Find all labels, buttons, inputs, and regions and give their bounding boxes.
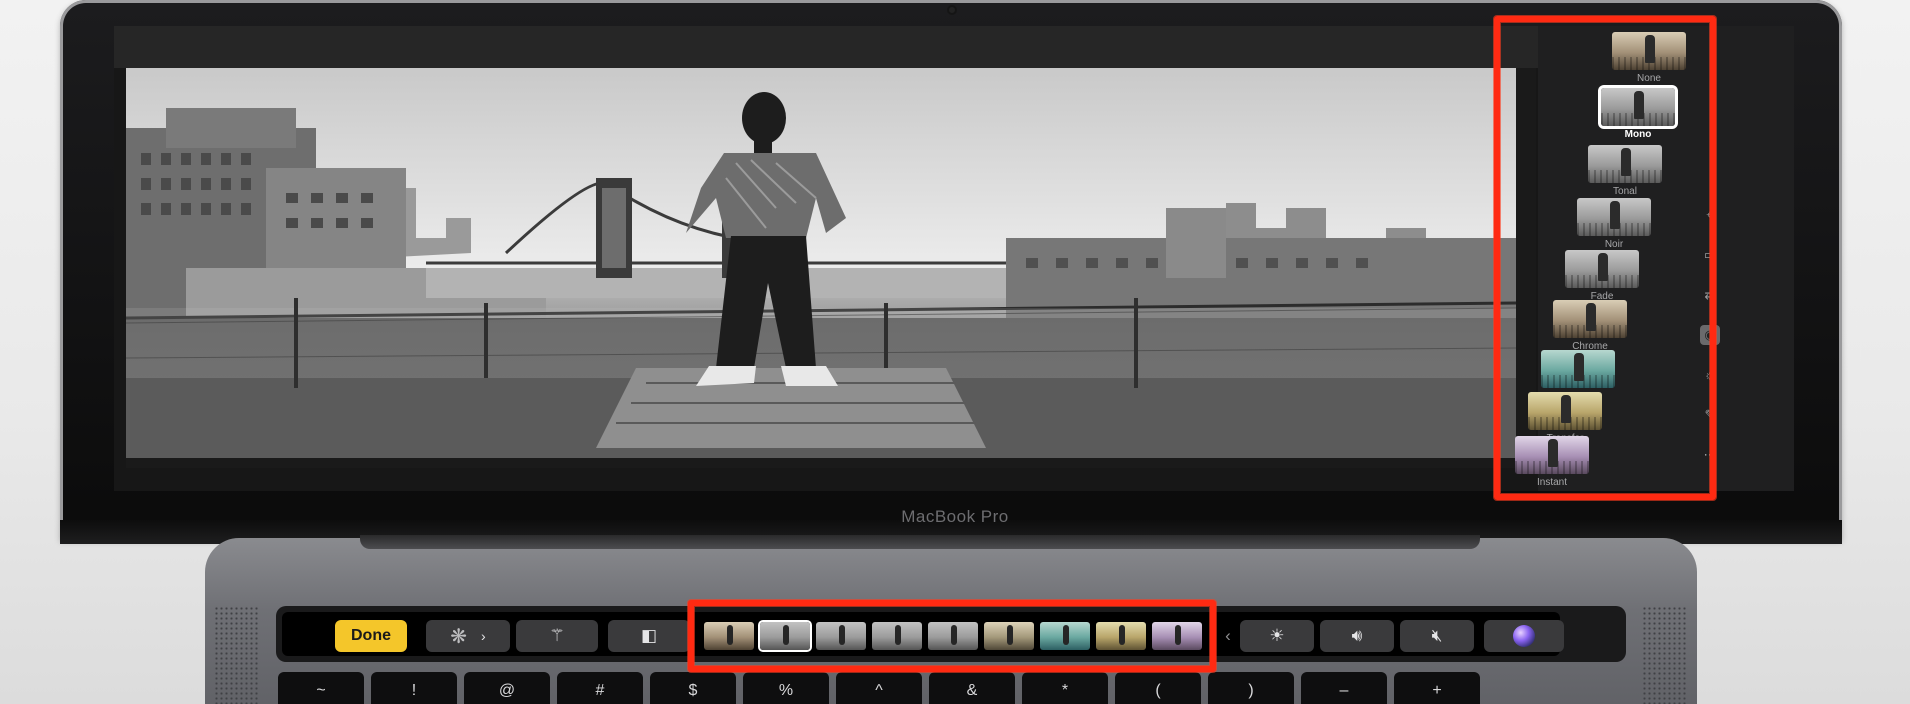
photo-scene xyxy=(126,68,1516,458)
key-9[interactable]: ( xyxy=(1115,672,1201,704)
brand-label: MacBook Pro xyxy=(901,507,1009,526)
magic-wand-icon: ⚚ xyxy=(549,626,565,645)
key-11[interactable]: – xyxy=(1301,672,1387,704)
brightness-icon: ☀ xyxy=(1269,626,1285,645)
filters-toggle-button[interactable]: ❋ › xyxy=(426,620,510,652)
brightness-button[interactable]: ☀ xyxy=(1240,620,1314,652)
key-10[interactable]: ) xyxy=(1208,672,1294,704)
siri-button[interactable] xyxy=(1484,620,1564,652)
collapse-control-strip-button[interactable]: ‹ xyxy=(1218,620,1238,652)
key-8[interactable]: * xyxy=(1022,672,1108,704)
left-speaker-grille xyxy=(214,606,260,704)
key-3[interactable]: # xyxy=(557,672,643,704)
key-5[interactable]: % xyxy=(743,672,829,704)
photo-image xyxy=(126,68,1516,458)
mute-icon: 🔇︎ xyxy=(1431,626,1443,645)
key-6[interactable]: ^ xyxy=(836,672,922,704)
siri-icon xyxy=(1513,625,1535,647)
mute-button[interactable]: 🔇︎ xyxy=(1400,620,1474,652)
key-1[interactable]: ! xyxy=(371,672,457,704)
done-button[interactable]: Done xyxy=(335,620,407,652)
photo-canvas xyxy=(126,68,1536,468)
volume-button[interactable]: 🔊︎ xyxy=(1320,620,1394,652)
key-0[interactable]: ~ xyxy=(278,672,364,704)
auto-enhance-button[interactable]: ⚚ xyxy=(516,620,598,652)
key-4[interactable]: $ xyxy=(650,672,736,704)
volume-icon: 🔊︎ xyxy=(1351,626,1363,645)
chevron-right-icon: › xyxy=(481,628,486,644)
filters-icon: ❋ xyxy=(450,625,468,648)
key-2[interactable]: @ xyxy=(464,672,550,704)
chevron-left-icon: ‹ xyxy=(1225,626,1231,645)
key-7[interactable]: & xyxy=(929,672,1015,704)
annotation-highlight-touchbar-filters xyxy=(688,600,1216,672)
compare-button[interactable]: ◧ xyxy=(608,620,690,652)
key-12[interactable]: + xyxy=(1394,672,1480,704)
right-speaker-grille xyxy=(1642,606,1688,704)
annotation-highlight-filters-panel xyxy=(1494,16,1716,500)
camera xyxy=(947,5,957,15)
hinge xyxy=(360,535,1480,549)
compare-icon: ◧ xyxy=(640,626,658,645)
